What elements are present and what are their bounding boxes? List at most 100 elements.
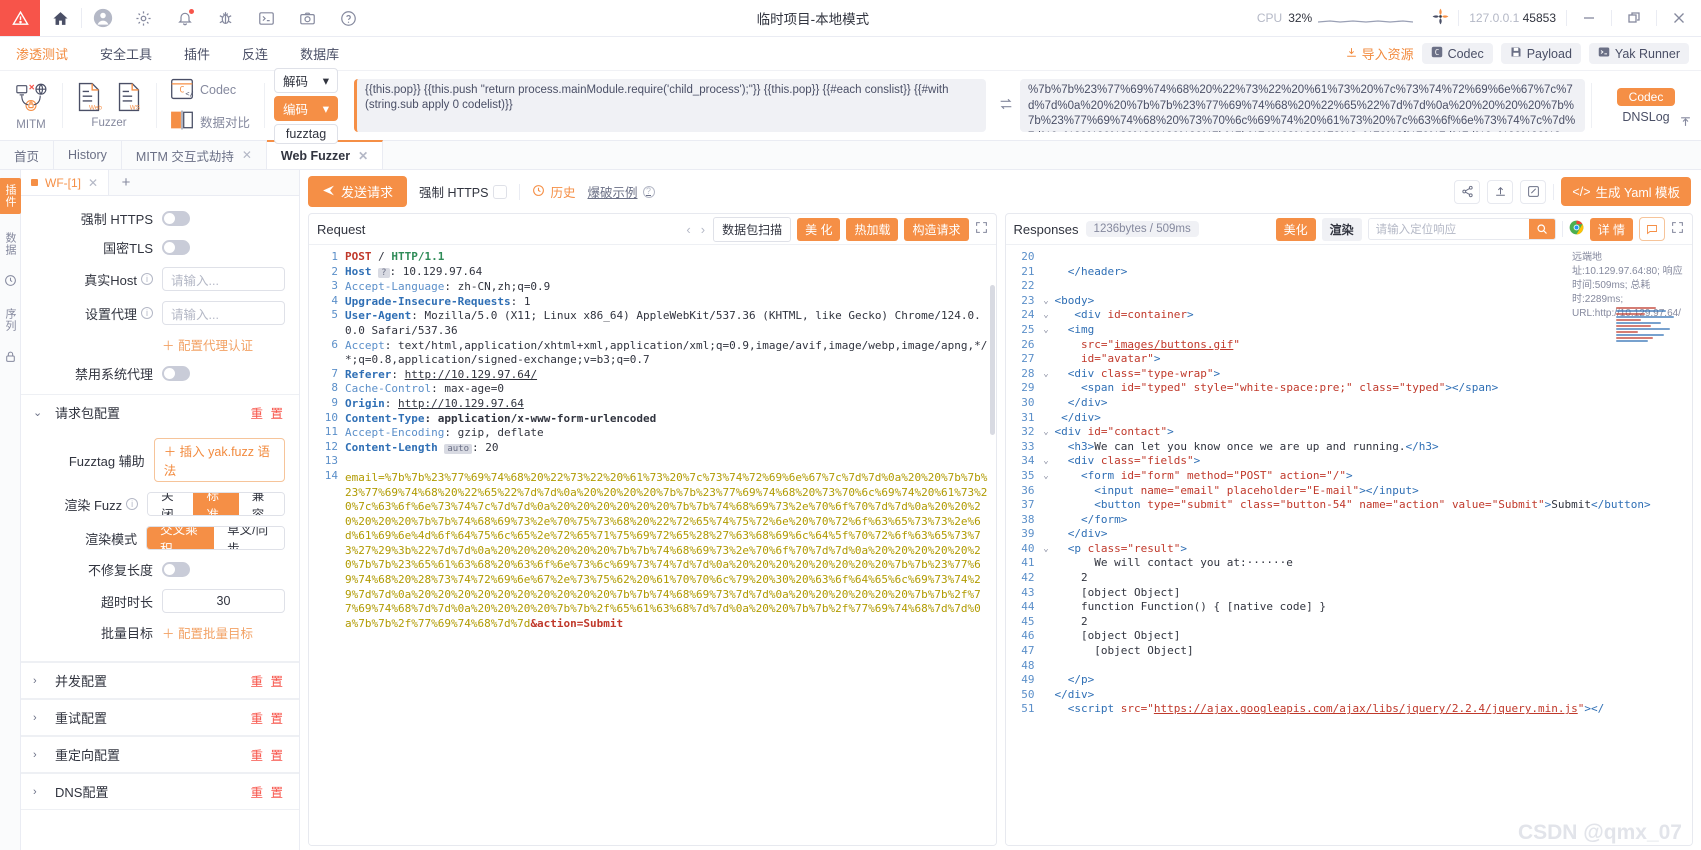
fold-marker[interactable] [1040, 556, 1053, 571]
render-fuzz-option-compat[interactable]: 兼容 [238, 493, 284, 515]
section-request-config[interactable]: ⌄ 请求包配置 重 置 [21, 394, 299, 430]
fold-marker[interactable] [1040, 586, 1053, 601]
bell-icon[interactable] [164, 0, 205, 37]
collapse-up-icon[interactable] [1678, 114, 1693, 132]
expand-icon[interactable] [975, 221, 988, 237]
codec-action-button[interactable]: Codec [1616, 87, 1676, 106]
expand-icon[interactable] [1671, 221, 1684, 237]
close-icon[interactable]: ✕ [242, 148, 252, 162]
dnslog-label[interactable]: DNSLog [1622, 110, 1669, 124]
fold-marker[interactable] [1040, 527, 1053, 542]
response-code[interactable]: </header> <body> <div id=container> <img… [1053, 245, 1693, 845]
fold-marker[interactable]: ⌄ [1040, 454, 1053, 469]
data-compare-tool[interactable]: 数据对比 [170, 108, 250, 135]
search-icon[interactable] [1528, 219, 1555, 239]
rail-label-plugins[interactable]: 插件 [0, 178, 21, 214]
fold-marker[interactable] [1040, 673, 1053, 688]
reset-button[interactable]: 重 置 [251, 782, 285, 801]
render-mode-option-sync[interactable]: 草叉/同步 [214, 527, 284, 549]
response-minimap[interactable] [1616, 307, 1688, 365]
send-request-button[interactable]: 发送请求 [308, 176, 408, 207]
no-fix-length-toggle[interactable] [162, 562, 190, 577]
help-icon[interactable] [328, 0, 369, 37]
fold-marker[interactable]: ⌄ [1040, 425, 1053, 440]
mitm-tool[interactable]: MITM [0, 71, 62, 140]
section-retry[interactable]: › 重试配置 重 置 [21, 699, 299, 736]
fold-marker[interactable]: ⌄ [1040, 323, 1053, 338]
codec-output[interactable]: %7b%7b%23%77%69%74%68%20%22%73%22%20%61%… [1020, 79, 1585, 132]
import-resource-button[interactable]: 导入资源 [1345, 44, 1414, 63]
batch-target-link[interactable]: ＋ 配置批量目标 [162, 623, 253, 642]
fold-marker[interactable] [1040, 513, 1053, 528]
fold-marker[interactable] [1040, 688, 1053, 703]
yak-runner-button[interactable]: Yak Runner [1588, 43, 1689, 64]
fold-marker[interactable] [1040, 250, 1053, 265]
force-https-toggle[interactable] [162, 211, 190, 226]
section-concurrency[interactable]: › 并发配置 重 置 [21, 662, 299, 699]
info-icon[interactable]: i [141, 307, 153, 319]
fold-marker[interactable] [1040, 338, 1053, 353]
tab-mitm[interactable]: MITM 交互式劫持 ✕ [122, 141, 267, 169]
user-icon[interactable] [82, 0, 123, 37]
gear-icon[interactable] [123, 0, 164, 37]
codec-button[interactable]: C Codec [1421, 43, 1493, 64]
fold-marker[interactable] [1040, 615, 1053, 630]
reset-button[interactable]: 重 置 [251, 745, 285, 764]
render-mode-option-cross[interactable]: 交叉乘积 [147, 527, 215, 549]
hotload-button[interactable]: 热加载 [846, 217, 899, 241]
fold-marker[interactable] [1040, 659, 1053, 674]
fold-marker[interactable]: ⌄ [1040, 308, 1053, 323]
minimize-button[interactable] [1567, 0, 1611, 37]
response-fold-markers[interactable]: ⌄ ⌄ ⌄ ⌄ ⌄ ⌄ ⌄ ⌄ [1040, 245, 1053, 845]
menu-item-plugins[interactable]: 插件 [168, 37, 226, 71]
real-host-input[interactable]: 请输入... [162, 267, 285, 291]
fold-marker[interactable]: ⌄ [1040, 542, 1053, 557]
fold-marker[interactable] [1040, 411, 1053, 426]
tab-history[interactable]: History [54, 141, 122, 169]
rail-label-sequence[interactable]: 序列 [0, 302, 21, 338]
request-editor[interactable]: 12345 6 7 8 9 10 11 12 13 14 POST / HTTP/1.1 Hos… [309, 245, 996, 845]
fold-marker[interactable]: ⌄ [1040, 367, 1053, 382]
terminal-icon[interactable] [246, 0, 287, 37]
prev-icon[interactable]: ‹ [684, 222, 692, 237]
reset-button[interactable]: 重 置 [251, 671, 285, 690]
ws-fuzzer-icon[interactable]: WS [116, 82, 142, 115]
request-code[interactable]: POST / HTTP/1.1 Host ?: 10.129.97.64 Accep… [343, 245, 996, 845]
fuzztag-button[interactable]: fuzztag [274, 123, 339, 144]
upload-icon[interactable] [1487, 179, 1514, 204]
maximize-button[interactable] [1612, 0, 1656, 37]
fold-marker[interactable] [1040, 571, 1053, 586]
fold-marker[interactable] [1040, 440, 1053, 455]
menu-item-database[interactable]: 数据库 [284, 37, 355, 71]
home-icon[interactable] [40, 0, 81, 37]
detail-button[interactable]: 详 情 [1589, 217, 1633, 241]
close-button[interactable] [1657, 0, 1701, 37]
timeout-input[interactable]: 30 [162, 589, 285, 613]
render-fuzz-option-standard[interactable]: 标准 [193, 493, 239, 515]
render-button[interactable]: 渲染 [1321, 217, 1362, 241]
edit-icon[interactable] [1520, 179, 1547, 204]
reset-button[interactable]: 重 置 [251, 403, 285, 422]
proxy-auth-link[interactable]: ＋ 配置代理认证 [162, 335, 253, 354]
fold-marker[interactable] [1040, 381, 1053, 396]
payload-button[interactable]: Payload [1500, 43, 1581, 64]
fold-marker[interactable]: ⌄ [1040, 469, 1053, 484]
close-icon[interactable]: ✕ [358, 149, 368, 163]
add-subtab-button[interactable]: + [109, 170, 143, 195]
share-icon[interactable] [1454, 179, 1481, 204]
encode-select[interactable]: 编码 ▾ [274, 95, 339, 121]
lock-icon[interactable] [4, 350, 17, 366]
fold-marker[interactable] [1040, 396, 1053, 411]
reset-button[interactable]: 重 置 [251, 708, 285, 727]
gm-tls-toggle[interactable] [162, 240, 190, 255]
response-search-input[interactable]: 请输入定位响应 [1369, 221, 1529, 237]
response-editor[interactable]: 20 21 22 23 24 25 26 27 28 29 30 31 32 33 34 35 36 37 38 39… [1005, 245, 1693, 845]
burst-example-link[interactable]: 爆破示例 ? [587, 182, 655, 201]
tab-home[interactable]: 首页 [0, 141, 55, 169]
info-icon[interactable]: i [126, 498, 139, 510]
beautify-button[interactable]: 美 化 [797, 217, 841, 241]
decode-select[interactable]: 解码 ▾ [274, 67, 339, 93]
fuzzer-tool[interactable]: Web WS Fuzzer [62, 71, 156, 140]
construct-request-button[interactable]: 构造请求 [904, 217, 969, 241]
fold-marker[interactable] [1040, 600, 1053, 615]
